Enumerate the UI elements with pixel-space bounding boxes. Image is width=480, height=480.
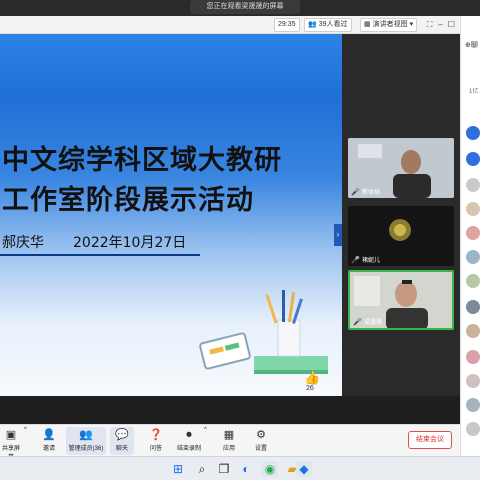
screen-share-notice: 您正在观看梁晟晟的屏幕	[190, 0, 300, 14]
end-meeting-button[interactable]: 结束会议	[408, 431, 452, 449]
avatar[interactable]	[466, 152, 480, 166]
question-icon: ❓	[149, 429, 163, 441]
wechat-icon[interactable]: ◉	[262, 461, 278, 477]
avatar[interactable]	[466, 300, 480, 314]
video-tile-active-speaker[interactable]: 🎤 梁晟晟	[348, 270, 454, 330]
avatar[interactable]	[466, 398, 480, 412]
avatar[interactable]	[466, 126, 480, 140]
video-tile[interactable]: 🎤 教体局	[348, 138, 454, 198]
participant-name: 褚妮儿	[362, 258, 381, 264]
apps-button[interactable]: ▦ 应用	[218, 427, 240, 455]
avatar[interactable]	[466, 226, 480, 240]
windows-taskbar: ⊞ ⌕ ❐ ◐ ◉ ▰ ◆	[0, 456, 480, 480]
chevron-up-icon[interactable]: ^	[204, 427, 207, 455]
apps-icon: ▦	[223, 429, 235, 441]
participant-name: 梁晟晟	[364, 320, 383, 326]
add-user-icon: 👤	[42, 429, 56, 441]
participant-name: 教体局	[362, 190, 381, 196]
slide-author: 郝庆华	[2, 235, 44, 251]
right-chat-panel: ⊕聊 1亿	[460, 16, 480, 456]
manage-members-button[interactable]: 👥 管理成员(36)	[66, 427, 106, 455]
stationery-illustration: 👍	[199, 290, 328, 385]
search-icon[interactable]: ⌕	[194, 461, 210, 477]
like-count: 26	[306, 385, 314, 392]
chat-icon: 💬	[115, 429, 129, 441]
meeting-timer: 29:35	[274, 18, 300, 32]
stop-recording-button[interactable]: ⏺ 结束录制	[176, 427, 202, 455]
shared-slide: 中文综学科区域大教研 工作室阶段展示活动 郝庆华 2022年10月27日 👍 2…	[0, 34, 342, 396]
slide-title-line1: 中文综学科区域大教研	[2, 145, 282, 176]
gear-icon: ⚙	[256, 429, 266, 441]
task-view-icon[interactable]: ❐	[216, 461, 232, 477]
mic-icon: 🎤	[351, 257, 360, 264]
pencil-illustration	[265, 294, 278, 324]
members-icon: 👥	[79, 429, 93, 441]
tencent-meeting-icon[interactable]: ◆	[296, 461, 312, 477]
avatar[interactable]	[466, 374, 480, 388]
avatar[interactable]	[466, 274, 480, 288]
video-tile[interactable]: 🎤 褚妮儿	[348, 206, 454, 266]
meeting-top-toolbar: 29:35 👥 39人看过 ▦ 演讲者视图 ▾ ⛶ – ☐	[0, 16, 460, 34]
avatar[interactable]	[466, 178, 480, 192]
mic-icon: 🎤	[353, 319, 362, 326]
avatar[interactable]	[466, 202, 480, 216]
chat-button[interactable]: 💬 聊天	[110, 427, 134, 455]
windows-start-icon[interactable]: ⊞	[170, 461, 186, 477]
view-mode-button[interactable]: ▦ 演讲者视图 ▾	[360, 18, 418, 32]
slide-title-line2: 工作室阶段展示活动	[2, 185, 254, 216]
mic-icon: 🎤	[351, 189, 360, 196]
slide-date: 2022年10月27日	[73, 235, 187, 251]
slide-underline	[0, 254, 200, 256]
top-strip: 您正在观看梁晟晟的屏幕	[0, 0, 480, 16]
fullscreen-icon[interactable]: ⛶	[424, 18, 435, 32]
minimize-icon[interactable]: –	[435, 18, 446, 32]
expand-panel-handle[interactable]: ›	[334, 224, 342, 246]
meeting-bottom-toolbar: ▣共享屏幕 ^ 👤邀请 👥管理成员(36) 💬聊天 ❓问答 ⏺结束录制 ^ ▦应…	[0, 424, 460, 461]
pencil-cup	[277, 319, 301, 357]
chat-header: ⊕聊	[465, 42, 478, 49]
maximize-icon[interactable]: ☐	[446, 18, 457, 32]
avatar[interactable]	[466, 350, 480, 364]
edge-icon[interactable]: ◐	[238, 461, 254, 477]
grid-icon: ▦	[364, 21, 371, 28]
avatar[interactable]	[466, 324, 480, 338]
invite-button[interactable]: 👤 邀请	[36, 427, 62, 455]
people-icon: 👥	[308, 21, 317, 28]
viewers-button[interactable]: 👥 39人看过	[304, 18, 352, 32]
chevron-up-icon[interactable]: ^	[24, 427, 27, 455]
qa-button[interactable]: ❓ 问答	[144, 427, 168, 455]
video-panel: 🎤 教体局 🎤 褚妮儿 🎤 梁晟晟	[342, 34, 460, 396]
avatar[interactable]	[466, 250, 480, 264]
laptop-illustration	[199, 332, 251, 370]
chat-count: 1亿	[469, 89, 479, 95]
screen-share-icon: ▣	[5, 429, 17, 441]
pen-illustration	[282, 290, 285, 322]
share-screen-button[interactable]: ▣共享屏幕	[0, 427, 22, 461]
chevron-down-icon: ▾	[407, 21, 414, 28]
thumbs-up-icon[interactable]: 👍	[304, 370, 320, 385]
book-illustration	[254, 356, 328, 370]
avatar[interactable]	[466, 422, 480, 436]
settings-button[interactable]: ⚙ 设置	[250, 427, 272, 455]
record-icon: ⏺	[186, 429, 192, 441]
window-controls: ⛶ – ☐	[424, 18, 460, 32]
